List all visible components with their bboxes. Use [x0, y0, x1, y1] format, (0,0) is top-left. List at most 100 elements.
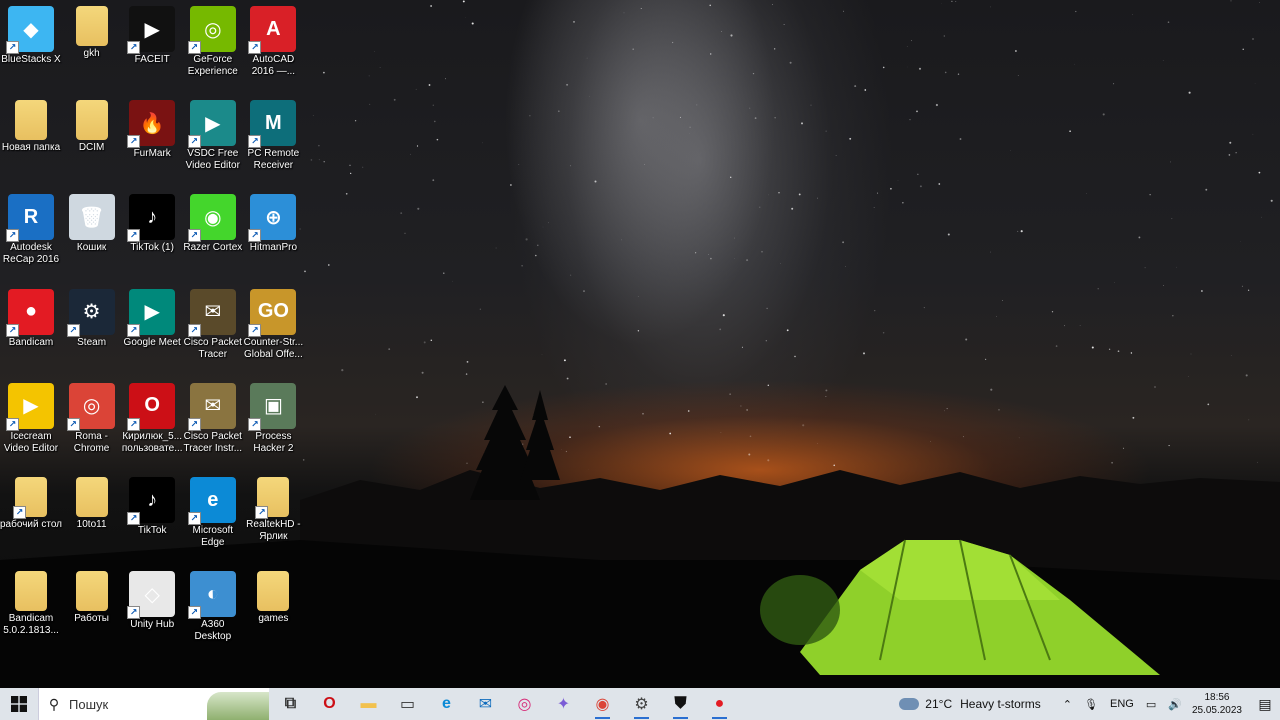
app-icon — [75, 6, 108, 46]
desktop-icon[interactable]: ▶ ↗ Google Meet — [122, 283, 182, 373]
app-icon — [75, 571, 108, 612]
taskbar-app-button[interactable]: ⚙ — [622, 688, 661, 720]
taskbar-search-box[interactable]: ⚲ Пошук — [38, 688, 269, 720]
desktop-icon[interactable]: games — [243, 565, 303, 655]
app-icon: ◎ ↗ — [66, 382, 115, 431]
desktop-icon[interactable]: Работы — [62, 565, 122, 655]
taskbar-app-button[interactable]: ◎ — [505, 688, 544, 720]
desktop-icon[interactable]: ▣ ↗ Process Hacker 2 — [243, 377, 303, 467]
microphone-icon[interactable]: 🎙 — [1084, 698, 1098, 711]
app-icon: R ↗ — [6, 194, 54, 243]
shortcut-arrow-icon: ↗ — [187, 606, 201, 620]
app-icon: ↗ — [255, 477, 290, 519]
taskbar-pinned-apps: ⧉ O ▬ ▭ e ✉ ◎ ✦ ◉ ⚙ ⛊ ● — [271, 688, 739, 720]
app-icon — [15, 571, 47, 612]
taskbar-app-button[interactable]: ⛊ — [661, 688, 700, 720]
app-icon — [15, 100, 47, 141]
desktop-icon[interactable]: GO ↗ Counter-Str... Global Offe... — [243, 283, 303, 373]
desktop-icon[interactable]: gkh — [62, 0, 122, 90]
shortcut-arrow-icon: ↗ — [6, 229, 19, 243]
desktop-icon-label: 10to11 — [76, 519, 107, 530]
desktop-icon[interactable]: O ↗ Кирилюк_5... пользовате... — [122, 377, 183, 467]
desktop-icon[interactable]: ♪ ↗ TikTok — [122, 471, 182, 561]
desktop-icon[interactable]: ↗ рабочий стол — [0, 471, 62, 561]
desktop-icon[interactable]: ↗ RealtekHD - Ярлик — [243, 471, 303, 561]
desktop-icon[interactable]: ⚙ ↗ Steam — [62, 283, 122, 373]
notification-center-icon[interactable]: ▤ — [1250, 696, 1280, 713]
copilot-icon: ✦ — [556, 696, 571, 713]
taskbar-app-button[interactable]: ▭ — [388, 688, 427, 720]
app-icon: ⚙ ↗ — [66, 288, 115, 337]
desktop-icon[interactable]: ✉ ↗ Cisco Packet Tracer Instr... — [183, 377, 243, 467]
shield-icon: ⛊ — [674, 695, 687, 712]
volume-icon[interactable]: 🔊 — [1168, 698, 1182, 711]
desktop-icon-label: Process Hacker 2 — [253, 430, 294, 454]
desktop-icon[interactable]: DCIM — [62, 94, 122, 184]
desktop-icon[interactable]: ✉ ↗ Cisco Packet Tracer — [183, 283, 243, 373]
desktop-icon[interactable]: Bandicam 5.0.2.1813... — [1, 565, 61, 655]
desktop-icon[interactable]: 🗑 Кошик — [62, 188, 122, 278]
chevron-up-icon[interactable]: ⌃ — [1063, 698, 1072, 711]
taskbar: ⚲ Пошук ⧉ O ▬ ▭ e ✉ ◎ ✦ ◉ ⚙ ⛊ ● 21°C Heavy t-storms… — [0, 688, 1280, 720]
shortcut-arrow-icon: ↗ — [127, 135, 141, 149]
language-indicator[interactable]: ENG — [1110, 698, 1134, 710]
app-icon: M ↗ — [248, 100, 297, 149]
app-icon: ● ↗ — [6, 288, 54, 337]
taskbar-app-button[interactable]: ✉ — [466, 688, 505, 720]
desktop-icon[interactable]: ▶ ↗ FACEIT — [122, 0, 182, 90]
desktop-icon[interactable]: Новая папка — [1, 94, 61, 184]
desktop-icon[interactable]: A ↗ AutoCAD 2016 —... — [243, 0, 303, 90]
desktop-icon[interactable]: 🔥 ↗ FurMark — [122, 94, 182, 184]
search-highlight-art — [207, 692, 269, 720]
app-icon: ▶ ↗ — [187, 100, 236, 149]
desktop-icon-label: VSDC Free Video Editor — [185, 148, 240, 172]
taskbar-app-button[interactable]: ◉ — [583, 688, 622, 720]
app-icon — [75, 100, 108, 141]
desktop-icon[interactable]: ◆ ↗ BlueStacks X — [1, 0, 61, 90]
weather-cloud-icon — [899, 698, 920, 710]
desktop-icon[interactable]: ◐ ↗ A360 Desktop — [183, 565, 243, 655]
shortcut-arrow-icon: ↗ — [248, 323, 262, 337]
shortcut-arrow-icon: ↗ — [127, 606, 141, 620]
shortcut-arrow-icon: ↗ — [255, 506, 269, 519]
system-clock[interactable]: 18:56 25.05.2023 — [1192, 691, 1242, 717]
desktop-icon[interactable]: ◎ ↗ GeForce Experience — [183, 0, 243, 90]
desktop-icon[interactable]: 10to11 — [62, 471, 122, 561]
desktop-icon-label: Counter-Str... Global Offe... — [243, 336, 304, 360]
desktop-icon[interactable]: R ↗ Autodesk ReCap 2016 — [1, 188, 61, 278]
desktop-icon[interactable]: ◉ ↗ Razer Cortex — [183, 188, 243, 278]
desktop-icon-label: gkh — [83, 48, 100, 59]
start-button[interactable] — [0, 688, 38, 720]
desktop-icon-label: AutoCAD 2016 —... — [251, 54, 296, 77]
taskbar-app-button[interactable]: ✦ — [544, 688, 583, 720]
desktop-icon[interactable]: ● ↗ Bandicam — [1, 283, 61, 373]
desktop-icon-label: Icecream Video Editor — [3, 430, 59, 454]
desktop-icon-label: Новая папка — [1, 142, 61, 154]
desktop-icon[interactable]: ▶ ↗ Icecream Video Editor — [1, 377, 61, 467]
network-icon[interactable]: ▭ — [1146, 698, 1156, 711]
app-icon: ⊕ ↗ — [248, 194, 297, 243]
taskbar-app-button[interactable]: ▬ — [349, 688, 388, 720]
taskbar-app-button[interactable]: ● — [700, 688, 739, 720]
desktop-icon[interactable]: ◎ ↗ Roma - Chrome — [62, 377, 122, 467]
desktop-icon[interactable]: e ↗ Microsoft Edge — [183, 471, 243, 561]
taskbar-app-button[interactable]: e — [427, 688, 466, 720]
chrome-icon: ◉ — [595, 696, 610, 713]
desktop-icon[interactable]: M ↗ PC Remote Receiver — [243, 94, 303, 184]
windows-logo-icon — [11, 696, 27, 712]
desktop-icon[interactable]: ▶ ↗ VSDC Free Video Editor — [183, 94, 243, 184]
weather-widget[interactable]: 21°C Heavy t-storms — [899, 697, 1041, 711]
taskbar-app-button[interactable]: ⧉ — [271, 688, 310, 720]
app-icon: GO ↗ — [248, 288, 297, 337]
taskbar-app-button[interactable]: O — [310, 688, 349, 720]
search-icon: ⚲ — [48, 695, 60, 712]
app-icon: ◉ ↗ — [187, 194, 236, 243]
desktop-icon-label: TikTok — [137, 525, 167, 536]
desktop-icon[interactable]: ♪ ↗ TikTok (1) — [122, 188, 182, 278]
desktop-icon-label: Microsoft Edge — [192, 525, 234, 548]
desktop-icon[interactable]: ⊕ ↗ HitmanPro — [243, 188, 303, 278]
shortcut-arrow-icon: ↗ — [187, 512, 201, 525]
app-icon: ◇ ↗ — [127, 571, 176, 620]
desktop-icon[interactable]: ◇ ↗ Unity Hub — [122, 565, 182, 655]
app-icon: e ↗ — [187, 477, 236, 525]
